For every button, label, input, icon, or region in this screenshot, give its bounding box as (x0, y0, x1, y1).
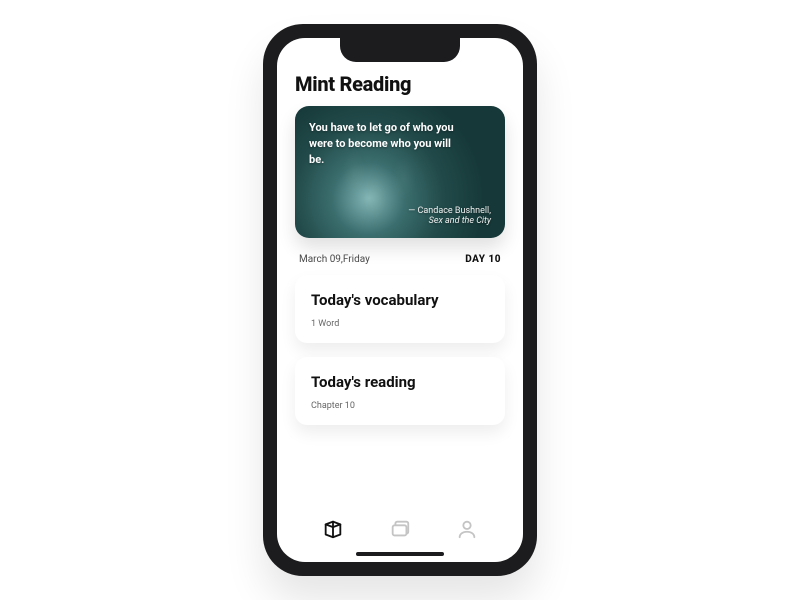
content-area: Mint Reading You have to let go of who y… (277, 38, 523, 506)
tab-cards[interactable] (387, 518, 413, 544)
tab-book[interactable] (320, 518, 346, 544)
card-stack-icon (389, 518, 411, 544)
hero-quote-text: You have to let go of who you were to be… (309, 120, 465, 168)
tab-profile[interactable] (454, 518, 480, 544)
book-icon (322, 518, 344, 544)
home-indicator[interactable] (356, 552, 444, 556)
hero-author: — Candace Bushnell, (408, 206, 491, 216)
hero-attribution: — Candace Bushnell, Sex and the City (408, 206, 491, 226)
vocabulary-card-subtitle: 1 Word (311, 319, 489, 329)
hero-source: Sex and the City (408, 216, 491, 226)
phone-frame: Mint Reading You have to let go of who y… (263, 24, 537, 576)
vocabulary-card-title: Today's vocabulary (311, 291, 489, 309)
reading-card[interactable]: Today's reading Chapter 10 (295, 357, 505, 425)
date-label: March 09,Friday (299, 254, 370, 265)
reading-card-title: Today's reading (311, 373, 489, 391)
page-title: Mint Reading (295, 72, 505, 96)
profile-icon (456, 518, 478, 544)
date-meta-row: March 09,Friday DAY 10 (299, 254, 501, 265)
hero-quote-card[interactable]: You have to let go of who you were to be… (295, 106, 505, 238)
notch (340, 38, 460, 62)
vocabulary-card[interactable]: Today's vocabulary 1 Word (295, 275, 505, 343)
screen: Mint Reading You have to let go of who y… (277, 38, 523, 562)
reading-card-subtitle: Chapter 10 (311, 401, 489, 411)
day-counter: DAY 10 (465, 254, 501, 265)
